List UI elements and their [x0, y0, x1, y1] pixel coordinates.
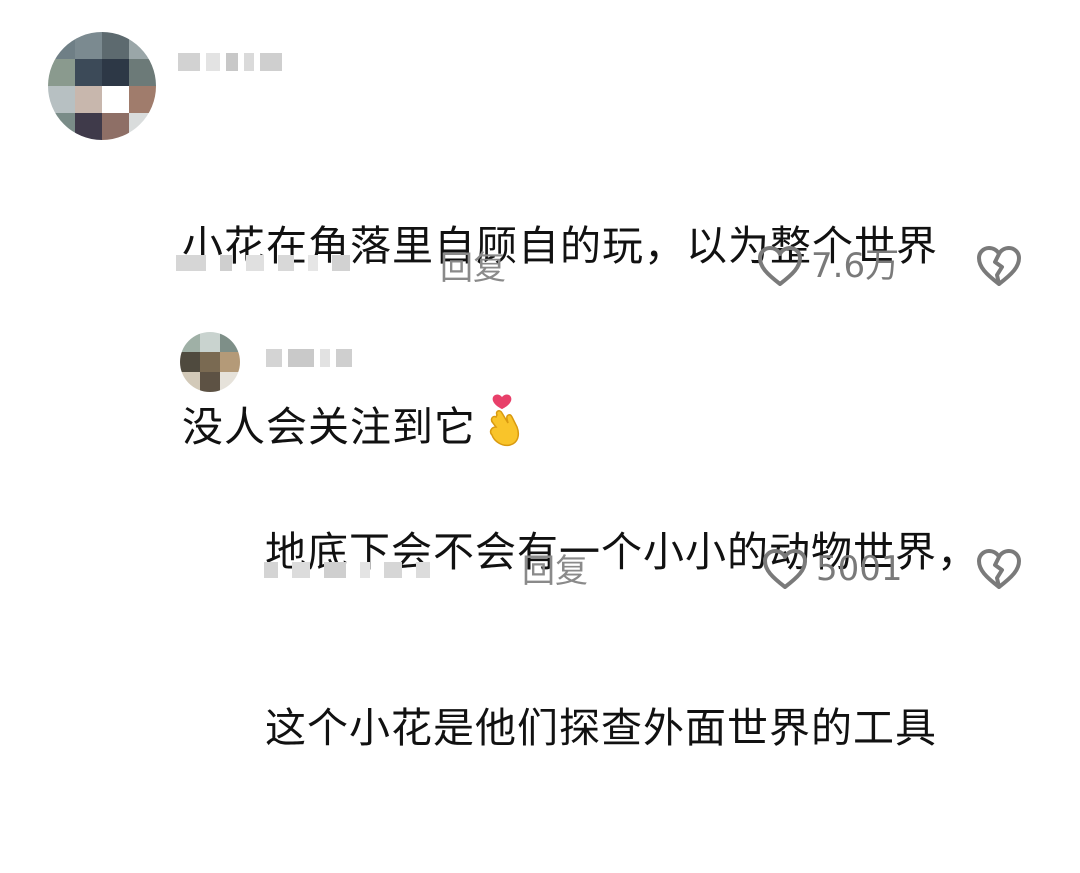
comment-text: 地底下会不会有一个小小的动物世界， 这个小花是他们探查外面世界的工具 [265, 407, 979, 873]
like-button[interactable]: 7.6万 [757, 245, 899, 287]
comment-text-line: 这个小花是他们探查外面世界的工具 [265, 704, 937, 752]
heart-outline-icon [758, 246, 802, 286]
comment-meta-blurred [264, 562, 430, 578]
reply-button[interactable]: 回复 [440, 248, 506, 288]
avatar[interactable] [180, 332, 240, 392]
dislike-button[interactable] [975, 548, 1023, 594]
broken-heart-icon [977, 549, 1021, 589]
heart-outline-icon [763, 549, 807, 589]
broken-heart-icon [977, 246, 1021, 286]
dislike-button[interactable] [975, 245, 1023, 291]
avatar[interactable] [48, 32, 156, 140]
comment-meta-blurred [176, 255, 350, 271]
like-count: 5001 [816, 549, 903, 589]
like-count: 7.6万 [811, 246, 900, 286]
reply-button[interactable]: 回复 [522, 551, 588, 591]
username-blurred[interactable] [178, 48, 282, 76]
like-button[interactable]: 5001 [762, 548, 903, 590]
username-blurred[interactable] [266, 344, 352, 372]
